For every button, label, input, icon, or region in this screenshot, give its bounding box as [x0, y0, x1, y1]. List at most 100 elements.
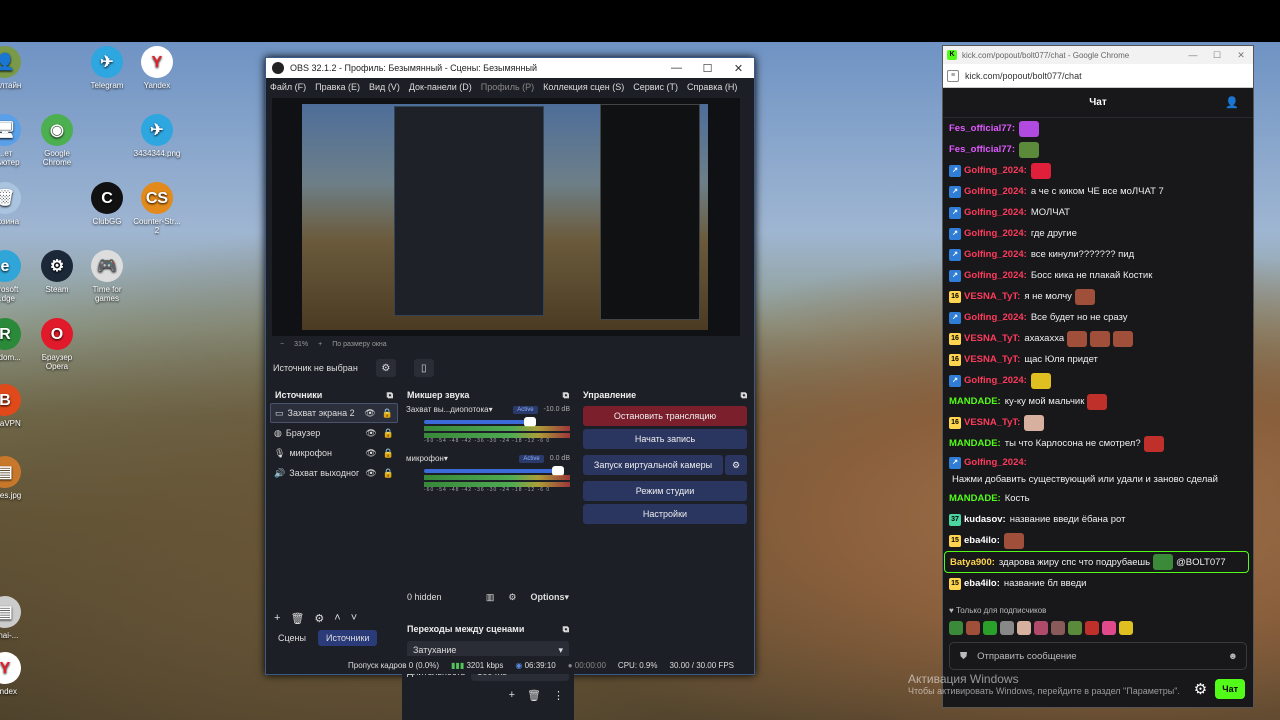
stop-stream-button[interactable]: Остановить трансляцию [583, 406, 747, 426]
users-icon[interactable]: 👤 [1225, 96, 1239, 109]
lock-icon[interactable]: 🔒 [383, 428, 394, 439]
chat-username[interactable]: Golfing_2024: [964, 269, 1027, 282]
source-settings-gear-icon[interactable]: ⚙ [314, 612, 324, 625]
zoom-out-button[interactable]: − [280, 341, 284, 348]
volume-slider[interactable] [424, 466, 564, 476]
zoom-fit-select[interactable]: По размеру окна [332, 341, 386, 348]
desktop-icon[interactable]: Y Yandex [122, 46, 192, 90]
studio-mode-button[interactable]: Режим студии [583, 481, 747, 501]
chrome-titlebar[interactable]: K kick.com/popout/bolt077/chat - Google … [943, 46, 1253, 64]
tab-sources[interactable]: Источники [318, 630, 378, 646]
menu-edit[interactable]: Правка (E) [315, 82, 360, 92]
remove-transition-trash-icon[interactable]: 🗑 [527, 689, 541, 702]
chat-username[interactable]: MANDADE: [949, 437, 1001, 450]
chat-username[interactable]: Golfing_2024: [964, 164, 1027, 177]
chat-username[interactable]: Golfing_2024: [964, 311, 1027, 324]
source-filters-icon[interactable]: ▯ [413, 359, 434, 377]
menu-file[interactable]: Файл (F) [270, 82, 306, 92]
desktop-icon[interactable]: ▤ ...ges.jpg [0, 456, 40, 500]
emote-icon[interactable] [1051, 621, 1065, 635]
settings-button[interactable]: Настройки [583, 504, 747, 524]
menu-scene-collection[interactable]: Коллекция сцен (S) [543, 82, 624, 92]
minimize-button[interactable]: — [661, 62, 692, 75]
desktop-icon[interactable]: ◉ Google Chrome [22, 114, 92, 167]
menu-view[interactable]: Вид (V) [369, 82, 400, 92]
emoji-icon[interactable]: ☻ [1228, 651, 1238, 662]
emote-icon[interactable] [1085, 621, 1099, 635]
desktop-icon[interactable]: 👤 ...алтайн [0, 46, 40, 90]
send-chat-button[interactable]: Чат [1215, 679, 1245, 699]
mixer-settings-icon[interactable]: ⚙ [508, 592, 516, 603]
tab-scenes[interactable]: Сцены [270, 630, 314, 646]
site-info-icon[interactable]: ≡ [947, 69, 959, 82]
close-button[interactable]: ✕ [723, 62, 754, 75]
menu-help[interactable]: Справка (H) [687, 82, 737, 92]
chat-username[interactable]: MANDADE: [949, 395, 1001, 408]
chat-username[interactable]: Golfing_2024: [964, 456, 1027, 469]
lock-icon[interactable]: 🔒 [382, 408, 393, 419]
chat-mention[interactable]: @BOLT077 [1176, 556, 1226, 569]
desktop-icon[interactable]: ▤ ...nai-... [0, 596, 40, 640]
source-item[interactable]: 🔊 Захват выходног 👁 🔒 [270, 463, 398, 483]
layout-icon[interactable]: ▥ [486, 592, 495, 603]
emote-icon[interactable] [1119, 621, 1133, 635]
chat-username[interactable]: VESNA_TyT: [964, 353, 1020, 366]
desktop-icon[interactable]: ✈ 3434344.png [122, 114, 192, 158]
dock-undock-icon[interactable]: ⧉ [387, 390, 393, 401]
maximize-button[interactable]: ☐ [1205, 50, 1229, 61]
zoom-in-button[interactable]: + [318, 341, 322, 348]
emote-icon[interactable] [1034, 621, 1048, 635]
desktop-icon[interactable]: 🎮 Time for games [72, 250, 142, 303]
emote-icon[interactable] [983, 621, 997, 635]
emote-icon[interactable] [1000, 621, 1014, 635]
chat-username[interactable]: VESNA_TyT: [964, 332, 1020, 345]
menu-profile[interactable]: Профиль (P) [481, 82, 534, 92]
chat-username[interactable]: VESNA_TyT: [964, 416, 1020, 429]
eye-icon[interactable]: 👁 [365, 468, 376, 479]
hidden-count[interactable]: 0 hidden [407, 592, 442, 602]
add-source-plus-icon[interactable]: + [274, 612, 280, 625]
chat-username[interactable]: eba4ilo: [964, 577, 1000, 590]
chat-username[interactable]: Golfing_2024: [964, 374, 1027, 387]
eye-icon[interactable]: 👁 [365, 428, 376, 439]
emote-icon[interactable] [1017, 621, 1031, 635]
desktop-icon[interactable]: O Браузер Opera [22, 318, 92, 371]
obs-preview[interactable] [272, 98, 740, 336]
menu-docks[interactable]: Док-панели (D) [409, 82, 472, 92]
virtual-camera-button[interactable]: Запуск виртуальной камеры [583, 455, 723, 475]
move-up-arrow-icon[interactable]: ˄ [334, 612, 340, 625]
lock-icon[interactable]: 🔒 [383, 448, 394, 459]
source-item[interactable]: 🎙 микрофон 👁 🔒 [270, 443, 398, 463]
lock-icon[interactable]: 🔒 [383, 468, 394, 479]
remove-source-trash-icon[interactable]: 🗑 [290, 612, 304, 625]
chat-username[interactable]: kudasov: [964, 513, 1006, 526]
chat-username[interactable]: Batya900: [950, 556, 995, 569]
maximize-button[interactable]: ☐ [692, 62, 723, 75]
emote-icon[interactable] [949, 621, 963, 635]
emote-icon[interactable] [1068, 621, 1082, 635]
chat-settings-gear-icon[interactable]: ⚙ [1194, 680, 1207, 698]
chat-input[interactable]: ⛊ Отправить сообщение ☻ [949, 642, 1247, 670]
chevron-down-icon[interactable]: ▾ [444, 454, 448, 463]
close-button[interactable]: ✕ [1229, 50, 1253, 61]
mixer-options-button[interactable]: Options [530, 592, 564, 602]
start-record-button[interactable]: Начать запись [583, 429, 747, 449]
chat-username[interactable]: MANDADE: [949, 492, 1001, 505]
desktop-icon[interactable]: Y ...ndex [0, 652, 40, 696]
menu-tools[interactable]: Сервис (T) [633, 82, 678, 92]
chat-username[interactable]: eba4ilo: [964, 534, 1000, 547]
chat-username[interactable]: Golfing_2024: [964, 185, 1027, 198]
chat-username[interactable]: VESNA_TyT: [964, 290, 1020, 303]
emote-icon[interactable] [1102, 621, 1116, 635]
virtual-camera-gear-icon[interactable]: ⚙ [725, 455, 747, 475]
source-item[interactable]: ◍ Браузер 👁 🔒 [270, 423, 398, 443]
chat-username[interactable]: Fes_official77: [949, 122, 1015, 135]
address-bar[interactable]: ≡ kick.com/popout/bolt077/chat [943, 64, 1253, 88]
chat-username[interactable]: Golfing_2024: [964, 206, 1027, 219]
dock-undock-icon[interactable]: ⧉ [563, 390, 569, 401]
chat-username[interactable]: Fes_official77: [949, 143, 1015, 156]
chat-username[interactable]: Golfing_2024: [964, 248, 1027, 261]
move-down-arrow-icon[interactable]: ˅ [351, 612, 357, 625]
eye-icon[interactable]: 👁 [365, 448, 376, 459]
obs-titlebar[interactable]: OBS 32.1.2 - Профиль: Безымянный - Сцены… [266, 58, 754, 78]
